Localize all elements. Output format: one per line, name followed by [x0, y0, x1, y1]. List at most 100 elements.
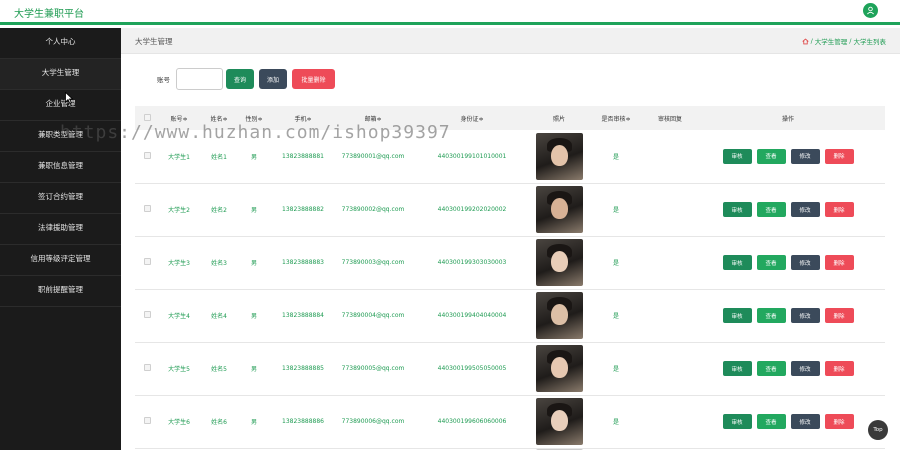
- student-table: 账号≑ 姓名≑ 性别≑ 手机≑ 邮箱≑ 身份证≑ 照片 是否审核≑ 审核回复 操…: [135, 106, 885, 450]
- col-account[interactable]: 账号≑: [159, 106, 199, 130]
- audit-button[interactable]: 审核: [722, 308, 752, 323]
- sidebar-item-personal-center[interactable]: 个人中心: [0, 28, 121, 59]
- cell-gender: 男: [250, 260, 257, 267]
- col-approved[interactable]: 是否审核≑: [583, 106, 649, 130]
- student-photo: [535, 398, 583, 445]
- edit-button[interactable]: 修改: [790, 414, 820, 429]
- table-header-row: 账号≑ 姓名≑ 性别≑ 手机≑ 邮箱≑ 身份证≑ 照片 是否审核≑ 审核回复 操…: [135, 106, 885, 130]
- view-button[interactable]: 查看: [756, 308, 786, 323]
- batch-delete-button[interactable]: 批量删除: [292, 69, 335, 89]
- view-button[interactable]: 查看: [756, 414, 786, 429]
- edit-button[interactable]: 修改: [790, 308, 820, 323]
- row-checkbox[interactable]: [143, 205, 151, 212]
- audit-button[interactable]: 审核: [722, 414, 752, 429]
- delete-button[interactable]: 删除: [824, 414, 854, 429]
- select-all-checkbox[interactable]: [143, 113, 151, 121]
- delete-button[interactable]: 删除: [824, 361, 854, 376]
- cell-email: 773890002@qq.com: [341, 206, 405, 213]
- student-photo: [535, 132, 583, 180]
- delete-button[interactable]: 删除: [824, 308, 854, 323]
- sidebar-item-legal-aid-management[interactable]: 法律援助管理: [0, 214, 121, 245]
- edit-button[interactable]: 修改: [790, 148, 820, 164]
- sidebar-item-student-management[interactable]: 大学生管理: [0, 59, 121, 90]
- cell-reply: [649, 395, 691, 448]
- audit-button[interactable]: 审核: [722, 361, 752, 376]
- cell-email: 773890004@qq.com: [341, 312, 405, 319]
- cell-idcard: 440300199303030003: [437, 259, 507, 266]
- back-to-top-button[interactable]: Top: [868, 420, 888, 440]
- view-button[interactable]: 查看: [756, 255, 786, 270]
- sidebar-item-contract-management[interactable]: 签订合约管理: [0, 183, 121, 214]
- cell-email: 773890005@qq.com: [341, 365, 405, 372]
- row-checkbox[interactable]: [143, 311, 151, 318]
- home-icon[interactable]: [802, 37, 809, 45]
- cell-account: 大学生5: [168, 366, 190, 373]
- student-photo: [535, 345, 583, 392]
- col-name[interactable]: 姓名≑: [199, 106, 239, 130]
- cell-approved: 是: [612, 366, 619, 373]
- table-row: 大学生4 姓名4 男 13823888884 773890004@qq.com 44030…: [135, 289, 885, 342]
- cell-idcard: 440300199606060006: [437, 418, 507, 425]
- breadcrumb-separator: /: [849, 37, 852, 45]
- edit-button[interactable]: 修改: [790, 255, 820, 270]
- audit-button[interactable]: 审核: [722, 202, 752, 217]
- cell-reply: [649, 130, 691, 183]
- student-photo: [535, 239, 583, 286]
- row-checkbox[interactable]: [143, 417, 151, 424]
- edit-button[interactable]: 修改: [790, 361, 820, 376]
- view-button[interactable]: 查看: [756, 148, 786, 164]
- sidebar-item-credit-rating-management[interactable]: 信用等级评定管理: [0, 245, 121, 276]
- cell-account: 大学生3: [168, 260, 190, 267]
- row-checkbox[interactable]: [143, 258, 151, 265]
- main-content: 大学生管理 / 大学生管理 / 大学生列表 账号 查询 添加 批量删除 账号≑: [121, 28, 900, 450]
- audit-button[interactable]: 审核: [722, 148, 752, 164]
- edit-button[interactable]: 修改: [790, 202, 820, 217]
- delete-button[interactable]: 删除: [824, 255, 854, 270]
- student-photo: [535, 186, 583, 233]
- sidebar-item-job-info-management[interactable]: 兼职信息管理: [0, 152, 121, 183]
- mouse-cursor-icon: [65, 92, 73, 104]
- col-ops: 操作: [781, 115, 794, 123]
- cell-phone: 13823888884: [282, 312, 324, 319]
- search-bar: 账号 查询 添加 批量删除: [157, 68, 335, 90]
- col-email[interactable]: 邮箱≑: [337, 106, 409, 130]
- row-checkbox[interactable]: [143, 151, 151, 159]
- cell-name: 姓名6: [211, 419, 227, 426]
- cell-approved: 是: [612, 153, 619, 161]
- cell-idcard: 440300199404040004: [437, 312, 507, 319]
- cell-gender: 男: [250, 207, 257, 214]
- view-button[interactable]: 查看: [756, 361, 786, 376]
- row-checkbox[interactable]: [143, 364, 151, 371]
- sidebar-item-pre-job-reminder-management[interactable]: 职前提醒管理: [0, 276, 121, 307]
- cell-reply: [649, 183, 691, 236]
- delete-button[interactable]: 删除: [824, 148, 854, 164]
- user-avatar[interactable]: [863, 3, 878, 18]
- breadcrumb-separator: /: [810, 37, 813, 45]
- cell-reply: [649, 289, 691, 342]
- col-gender[interactable]: 性别≑: [239, 106, 269, 130]
- breadcrumb-student-management[interactable]: 大学生管理: [815, 36, 848, 46]
- cell-account: 大学生2: [168, 207, 190, 214]
- view-button[interactable]: 查看: [756, 202, 786, 217]
- table-row: 大学生2 姓名2 男 13823888882 773890002@qq.com 44030…: [135, 183, 885, 236]
- account-search-input[interactable]: [176, 68, 223, 90]
- cell-reply: [649, 342, 691, 395]
- page-title: 大学生管理: [135, 37, 173, 46]
- audit-button[interactable]: 审核: [722, 255, 752, 270]
- add-button[interactable]: 添加: [259, 69, 287, 89]
- sidebar-item-company-management[interactable]: 企业管理: [0, 90, 121, 121]
- cell-name: 姓名3: [211, 260, 227, 267]
- cell-phone: 13823888885: [282, 365, 324, 372]
- cell-phone: 13823888881: [282, 152, 324, 160]
- col-phone[interactable]: 手机≑: [269, 106, 337, 130]
- breadcrumb: / 大学生管理 / 大学生列表: [802, 36, 886, 46]
- cell-gender: 男: [250, 153, 257, 161]
- cell-approved: 是: [612, 207, 619, 214]
- student-photo: [535, 292, 583, 339]
- account-label: 账号: [157, 76, 170, 84]
- delete-button[interactable]: 删除: [824, 202, 854, 217]
- col-idcard[interactable]: 身份证≑: [409, 106, 535, 130]
- cell-email: 773890003@qq.com: [341, 259, 405, 266]
- search-button[interactable]: 查询: [226, 69, 254, 89]
- sidebar-item-job-type-management[interactable]: 兼职类型管理: [0, 121, 121, 152]
